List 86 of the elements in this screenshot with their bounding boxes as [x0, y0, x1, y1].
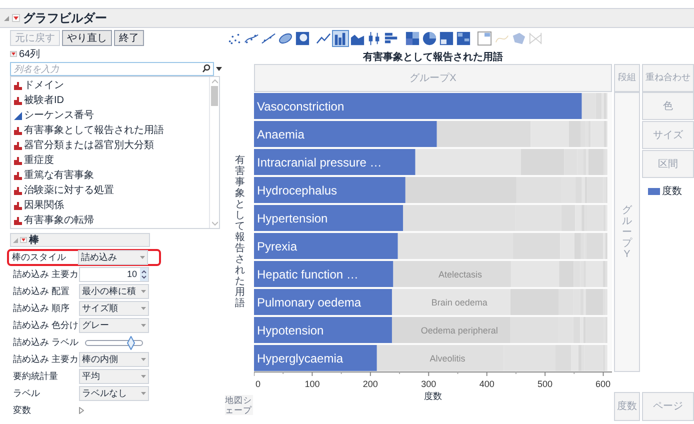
caret-icon[interactable]	[141, 358, 146, 361]
bar-label: Hyperglycaemia	[257, 352, 344, 366]
tick-label: 500	[538, 379, 553, 389]
bar-label: Vasoconstriction	[257, 100, 344, 114]
property-label: ラベル	[13, 386, 41, 400]
tick-label: 0	[256, 379, 260, 389]
column-count: 64列	[19, 48, 40, 62]
tick-label: 200	[362, 379, 378, 389]
chart-title: 有害事象として報告された用語	[363, 50, 503, 64]
caret-icon[interactable]	[141, 290, 146, 293]
property-label: 詰め込み ラベル	[13, 336, 79, 349]
property-label: 詰め込み 主要カ	[13, 268, 79, 281]
scrollbar-thumb[interactable]	[211, 86, 218, 106]
column-item[interactable]: 重篤な有害事象	[24, 168, 94, 183]
segment-label: Brain oedema	[431, 298, 488, 308]
segment-label: Oedema peripheral	[420, 326, 498, 336]
toolbar-button[interactable]: やり直し	[62, 30, 112, 46]
caret-icon[interactable]	[141, 307, 146, 310]
property-label: 詰め込み 主要カ	[13, 352, 79, 366]
column-item[interactable]: 有害事象の転帰	[24, 213, 94, 228]
column-item[interactable]: シーケンス番号	[24, 108, 94, 123]
y-axis-title: 有害事象として報告された用語	[235, 155, 245, 309]
property-label: 詰め込み 色分け	[13, 318, 79, 332]
caret-icon[interactable]	[141, 392, 146, 395]
column-item[interactable]: 器官分類または器官別大分類	[24, 138, 154, 153]
bar-label: Hypertension	[257, 212, 328, 226]
slider-thumb[interactable]	[126, 336, 135, 350]
bar-label: Pulmonary oedema	[257, 296, 362, 310]
property-label: 要約統計量	[13, 370, 59, 383]
bar-label: Hypotension	[257, 324, 324, 338]
heatmap-icon[interactable]	[404, 30, 421, 46]
dropdown[interactable]: ラベルなし	[79, 386, 149, 401]
dropdown[interactable]: 詰め込み	[78, 250, 148, 265]
caption-box-icon[interactable]	[476, 30, 493, 46]
bar-label: Intracranial pressure …	[257, 156, 382, 170]
disclosure-triangle-icon[interactable]	[12, 14, 20, 22]
mosaic-icon[interactable]	[455, 30, 472, 46]
tick-label: 400	[479, 379, 494, 389]
column-item[interactable]: 因果関係	[24, 198, 64, 213]
caret-icon[interactable]	[141, 375, 146, 378]
collapse-icon[interactable]	[4, 16, 9, 20]
search-field[interactable]: 列名を入力	[10, 62, 214, 76]
window-title: グラフビルダー	[23, 10, 107, 27]
property-label: 変数	[13, 404, 32, 417]
dropdown-caret-icon[interactable]	[216, 67, 222, 71]
property-label: 詰め込み 順序	[13, 302, 71, 315]
dropdown[interactable]: 最小の棒に積	[79, 284, 149, 299]
segment-label: Atelectasis	[438, 270, 482, 280]
scrollbar[interactable]	[209, 77, 219, 228]
bar-label: Anaemia	[257, 128, 304, 142]
bar-chart-icon[interactable]	[332, 30, 349, 46]
tick-label: 300	[421, 379, 436, 389]
contour-icon[interactable]	[294, 30, 311, 46]
spinner-arrows-icon[interactable]	[140, 268, 148, 281]
column-item[interactable]: 被験者ID	[24, 93, 64, 108]
column-item[interactable]: 有害事象として報告された用語	[24, 123, 164, 138]
packed-segment-strip	[582, 93, 608, 119]
column-item[interactable]: ドメイン	[24, 78, 64, 93]
tick-label: 100	[304, 379, 320, 389]
expand-icon[interactable]	[79, 407, 84, 414]
disclosure-triangle-icon[interactable]	[10, 51, 17, 57]
column-item[interactable]: 重症度	[24, 153, 54, 168]
bar-label: Pyrexia	[257, 240, 298, 254]
segment-label: Alveolitis	[430, 354, 466, 364]
caret-icon[interactable]	[140, 256, 145, 259]
dropdown[interactable]: 平均	[79, 369, 149, 384]
spinner-field[interactable]: 10	[79, 267, 149, 282]
search-icon[interactable]	[202, 64, 211, 73]
legend-label: 度数	[662, 184, 682, 199]
dropdown[interactable]: サイズ順	[79, 301, 149, 316]
map-shape-zone[interactable]: 地図シェープ	[225, 395, 253, 415]
dropdown[interactable]: グレー	[79, 318, 149, 333]
tick-label: 600	[595, 379, 611, 389]
x-axis-title: 度数	[424, 390, 442, 403]
toolbar-button[interactable]: 終了	[114, 30, 144, 46]
property-label: 棒のスタイル	[12, 250, 67, 264]
caret-icon[interactable]	[141, 324, 146, 327]
bar-label: Hydrocephalus	[257, 184, 338, 198]
treemap-icon[interactable]	[438, 30, 455, 46]
bar-label: Hepatic function …	[257, 268, 358, 282]
column-item[interactable]: 治験薬に対する処置	[24, 183, 114, 198]
pie-chart-icon[interactable]	[421, 30, 438, 46]
dropdown[interactable]: 棒の内側	[79, 352, 149, 367]
property-label: 詰め込み 配置	[13, 284, 71, 298]
disclosure-triangle-icon[interactable]	[20, 237, 27, 243]
section-header[interactable]: 棒	[10, 233, 150, 247]
